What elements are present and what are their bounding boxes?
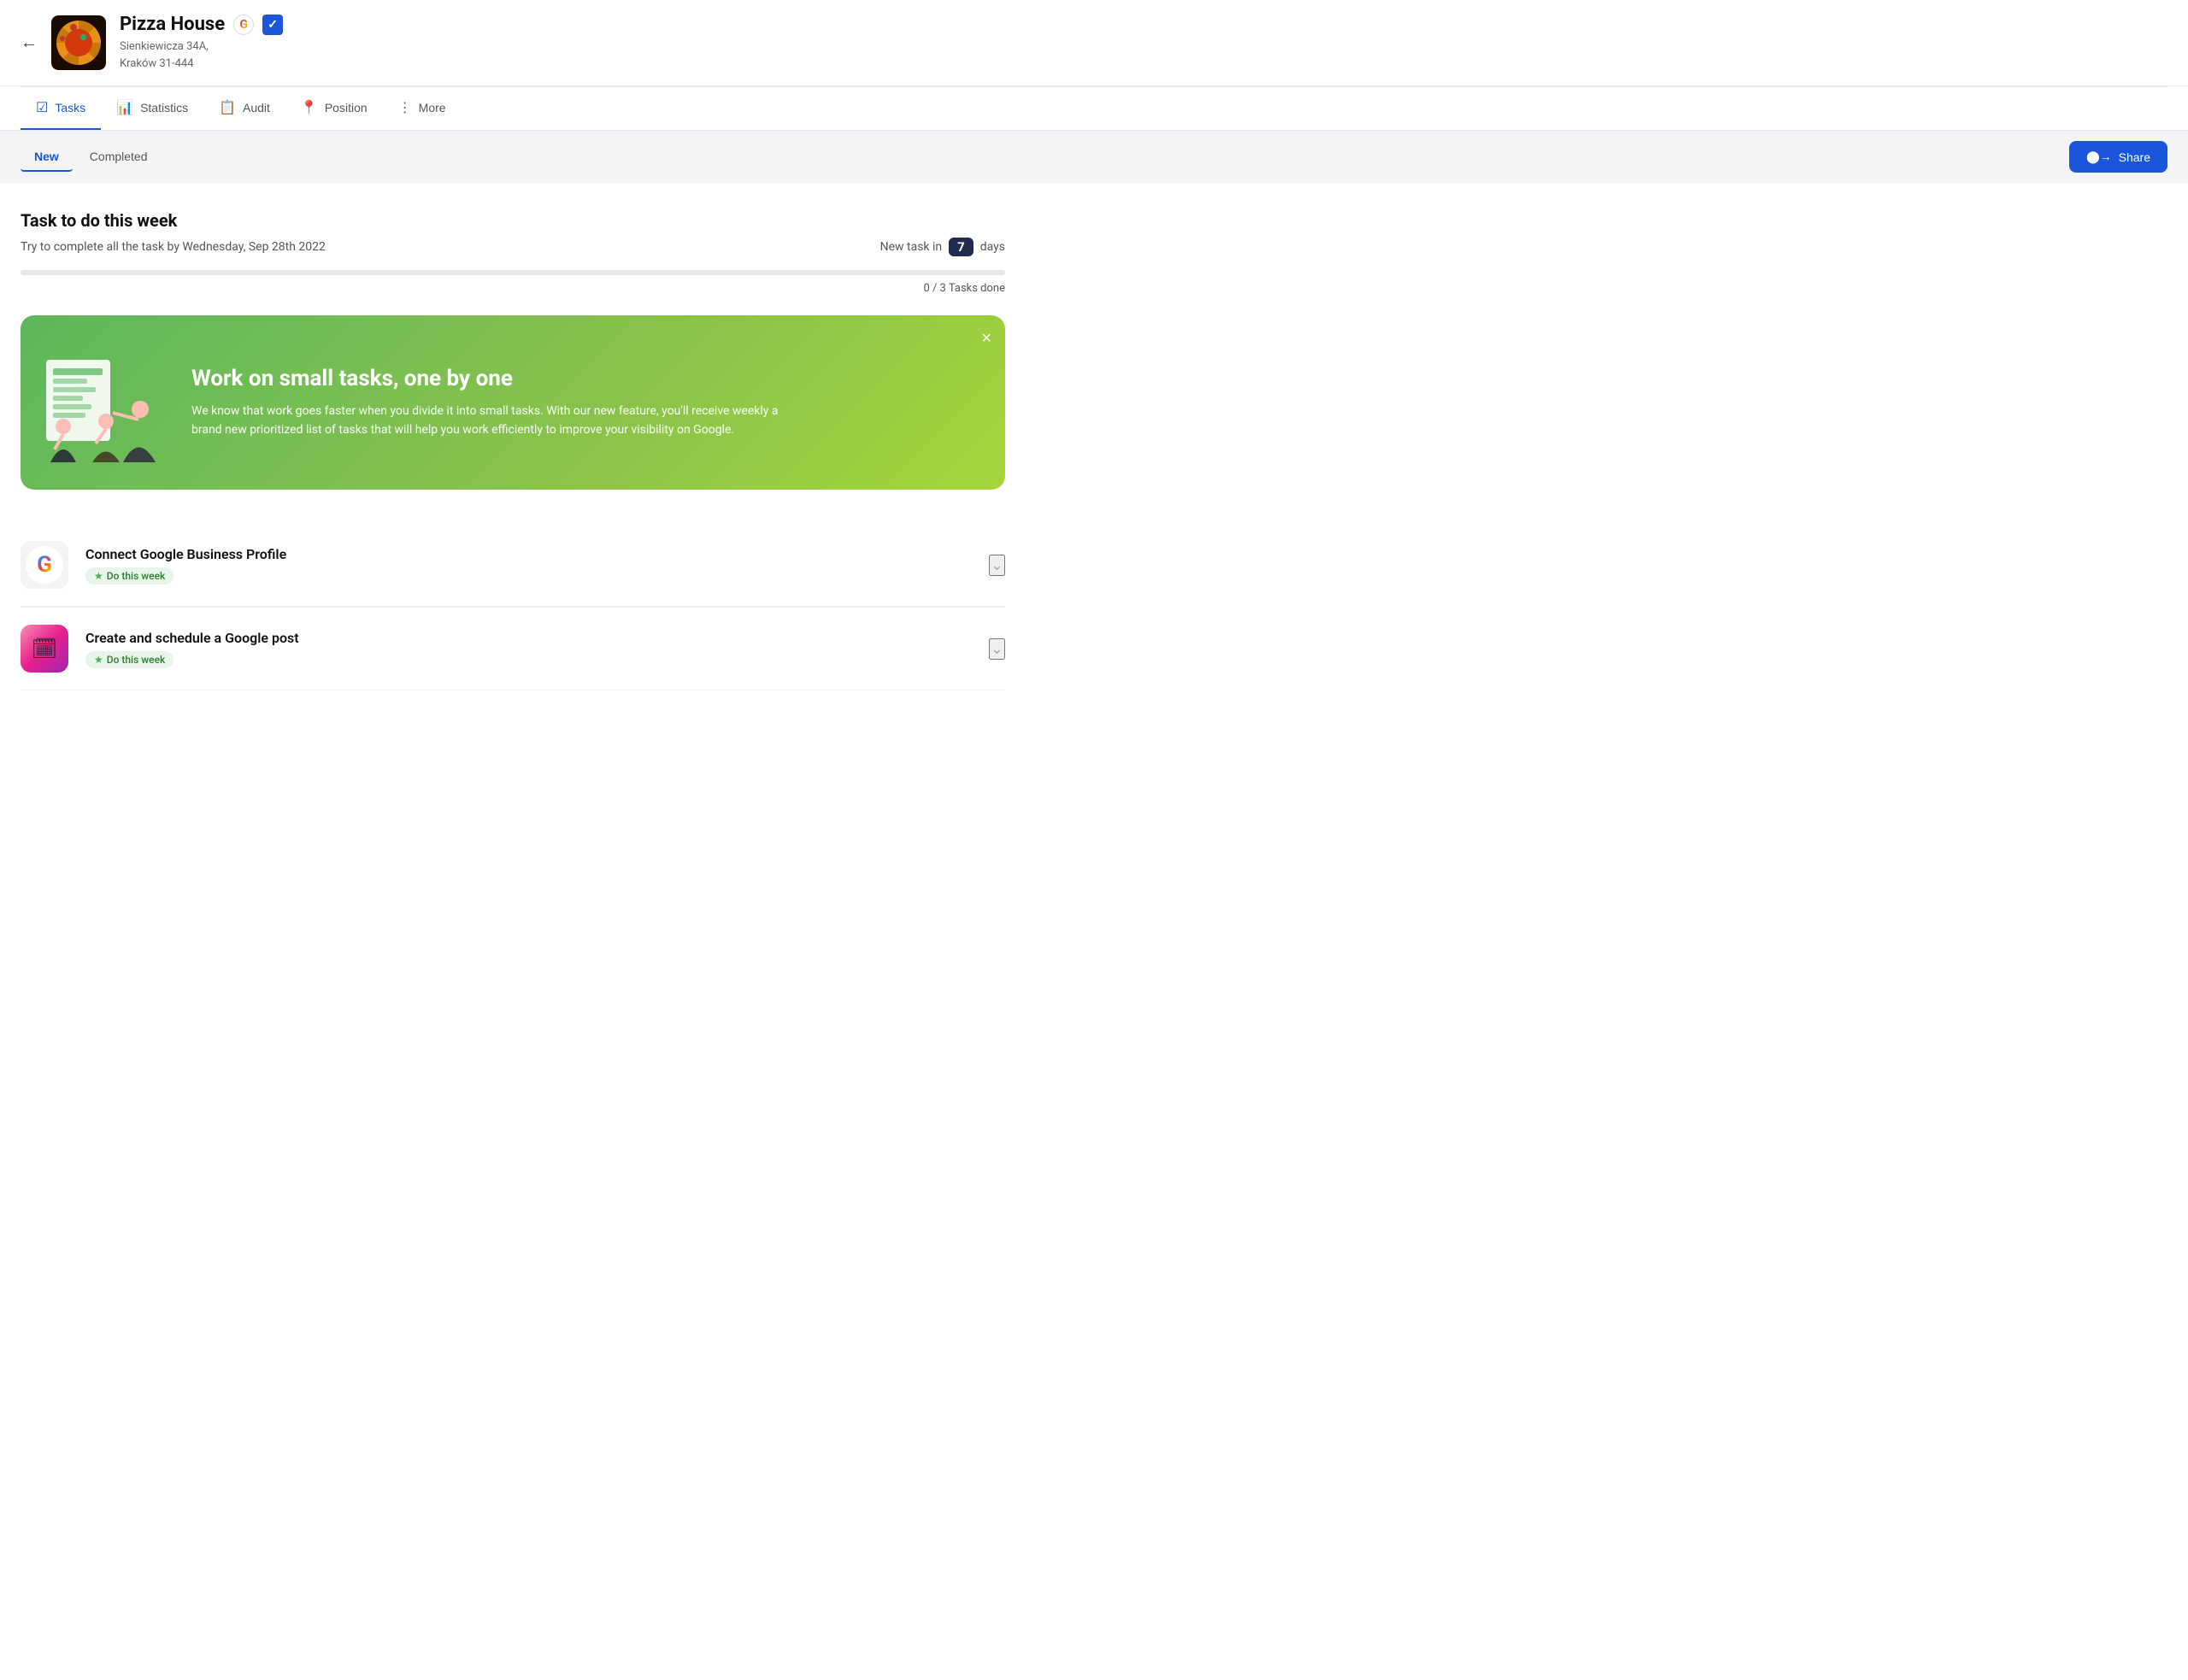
star-icon-2: ★ [94,654,103,666]
google-business-icon: G [26,546,63,584]
chevron-down-icon-1: ⌄ [991,556,1003,573]
task-list: G Connect Google Business Profile ★ Do t… [21,524,1005,690]
google-icon: G [233,15,254,35]
share-label: Share [2119,150,2150,164]
days-suffix: days [980,240,1005,254]
share-icon: ⬤→ [2086,150,2112,164]
task-expand-1[interactable]: ⌄ [989,555,1005,576]
promo-illustration-svg [29,351,183,462]
tab-audit[interactable]: 📋 Audit [203,87,285,130]
business-info: Pizza House G ✓ Sienkiewicza 34A, Kraków… [120,14,2167,72]
progress-bar-container [21,270,1005,275]
new-task-badge: New task in 7 days [880,238,1005,256]
statistics-icon: 📊 [116,99,133,116]
share-button[interactable]: ⬤→ Share [2069,141,2167,173]
business-logo [51,15,106,70]
task-expand-2[interactable]: ⌄ [989,638,1005,660]
filter-tabs: New Completed [21,143,162,172]
chevron-down-icon-2: ⌄ [991,640,1003,657]
post-icon: 🗓 [32,637,57,661]
tab-tasks[interactable]: ☑ Tasks [21,87,101,130]
promo-illustration [21,343,191,462]
more-icon: ⋮ [398,99,412,116]
task-badge-label-1: Do this week [107,570,166,582]
task-badge-2: ★ Do this week [85,651,174,668]
filter-completed[interactable]: Completed [76,143,162,172]
tasks-icon: ☑ [36,99,48,116]
filter-bar: New Completed ⬤→ Share [0,131,2188,183]
filter-new-label: New [34,150,59,163]
business-name-text: Pizza House [120,14,225,35]
tab-tasks-label: Tasks [55,101,85,115]
task-info-1: Connect Google Business Profile ★ Do thi… [85,546,989,584]
address-line2: Kraków 31-444 [120,57,194,70]
days-badge: 7 [949,238,973,256]
task-badge-label-2: Do this week [107,654,166,666]
week-task-subtitle-text: Try to complete all the task by Wednesda… [21,240,326,254]
tab-position-label: Position [325,101,368,115]
promo-description: We know that work goes faster when you d… [191,402,790,440]
task-item: G Connect Google Business Profile ★ Do t… [21,524,1005,607]
tab-statistics[interactable]: 📊 Statistics [101,87,203,130]
task-icon-post-wrap: 🗓 [21,625,68,673]
audit-icon: 📋 [219,99,236,116]
task-icon-google-wrap: G [21,541,68,589]
close-icon: × [981,329,991,348]
filter-new[interactable]: New [21,143,73,172]
new-task-label: New task in [880,240,943,254]
business-name-row: Pizza House G ✓ [120,14,2167,35]
promo-title: Work on small tasks, one by one [191,366,978,391]
tasks-done-text: 0 / 3 Tasks done [21,282,1005,295]
task-item-2: 🗓 Create and schedule a Google post ★ Do… [21,608,1005,690]
header: ← Pizza House G ✓ Sienkiewicza 34A, Krak… [0,0,2188,86]
promo-banner: Work on small tasks, one by one We know … [21,315,1005,490]
address-line1: Sienkiewicza 34A, [120,40,209,53]
task-title-2: Create and schedule a Google post [85,630,989,646]
main-content: Task to do this week Try to complete all… [0,183,1026,718]
back-icon: ← [21,33,38,53]
position-icon: 📍 [301,99,318,116]
tab-more-label: More [419,101,446,115]
promo-text: Work on small tasks, one by one We know … [191,366,978,440]
google-g-icon: G [37,552,52,578]
tab-more[interactable]: ⋮ More [383,87,462,130]
filter-completed-label: Completed [90,150,148,163]
back-button[interactable]: ← [21,33,38,53]
tab-statistics-label: Statistics [140,101,188,115]
week-task-subtitle-row: Try to complete all the task by Wednesda… [21,238,1005,256]
task-info-2: Create and schedule a Google post ★ Do t… [85,630,989,668]
tab-audit-label: Audit [243,101,270,115]
tab-position[interactable]: 📍 Position [285,87,383,130]
nav-tabs: ☑ Tasks 📊 Statistics 📋 Audit 📍 Position … [0,87,2188,131]
task-badge-1: ★ Do this week [85,567,174,584]
shield-icon: ✓ [262,15,283,35]
star-icon-1: ★ [94,570,103,582]
task-title-1: Connect Google Business Profile [85,546,989,562]
business-address: Sienkiewicza 34A, Kraków 31-444 [120,38,2167,72]
google-g-letter: G [239,18,248,32]
week-task-title: Task to do this week [21,210,1005,231]
week-task-section: Task to do this week Try to complete all… [21,210,1005,295]
promo-close-button[interactable]: × [981,329,991,349]
